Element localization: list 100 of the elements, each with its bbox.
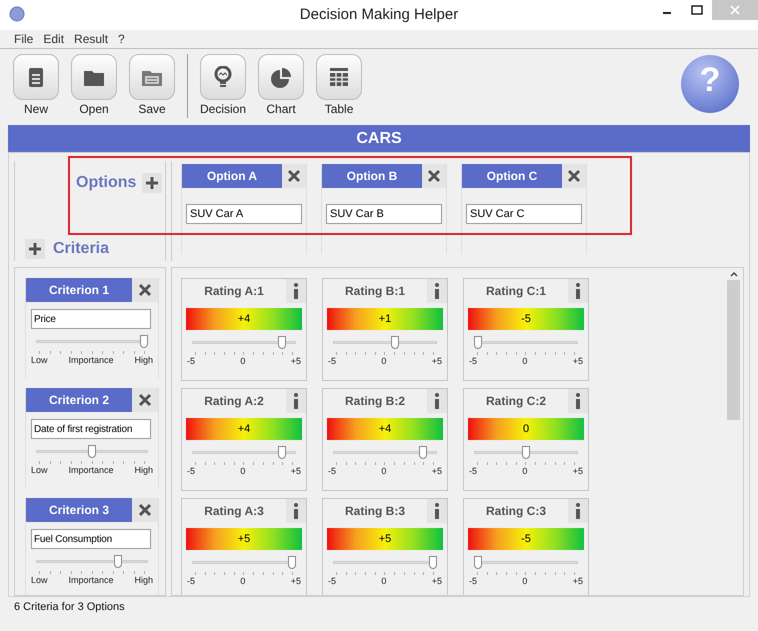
app-icon [9, 6, 25, 22]
info-button[interactable] [286, 279, 306, 303]
slider-thumb[interactable] [474, 336, 482, 349]
slider-thumb[interactable] [88, 445, 96, 458]
rating-value: +4 [378, 422, 392, 437]
criterion-name-field[interactable]: Price [31, 309, 151, 329]
scale-label: -5 [328, 467, 336, 476]
maximize-icon [691, 5, 703, 15]
scale-label: -5 [328, 357, 336, 366]
info-button[interactable] [568, 279, 588, 303]
banner-title: CARS [356, 128, 402, 148]
scale-label: +5 [572, 577, 583, 586]
option-name-field[interactable]: SUV Car A [186, 204, 302, 224]
close-icon [730, 5, 740, 15]
menu-item[interactable]: Result [74, 30, 108, 48]
scale-label: 0 [522, 577, 528, 586]
remove-criterion-button[interactable] [132, 498, 158, 522]
remove-option-button[interactable] [282, 164, 306, 188]
criterion-title: Criterion 2 [26, 388, 132, 412]
scale-label: -5 [187, 357, 196, 366]
info-button[interactable] [427, 499, 447, 523]
criterion-name-field[interactable]: Fuel Consumption [31, 529, 151, 549]
rating-title: Rating C:2 [485, 393, 547, 410]
remove-criterion-button[interactable] [132, 388, 158, 412]
slider-thumb[interactable] [429, 556, 437, 569]
rating-title: Rating A:1 [203, 283, 265, 300]
scale-label: 0 [522, 357, 528, 366]
rating-value: -5 [521, 312, 531, 327]
options-label: Options [76, 173, 136, 193]
lightbulb-icon [212, 66, 234, 88]
info-icon [293, 393, 299, 409]
close-icon [287, 169, 301, 183]
info-button[interactable] [286, 499, 306, 523]
info-icon [293, 503, 299, 519]
slider-thumb[interactable] [390, 336, 399, 349]
menu-item[interactable]: File [14, 30, 34, 48]
scale-label: -5 [328, 577, 336, 586]
close-icon [138, 283, 152, 297]
scale-label: Low [31, 356, 48, 365]
scale-label: -5 [187, 577, 196, 586]
info-icon [293, 283, 299, 299]
rating-value: +5 [378, 532, 392, 547]
info-icon [575, 393, 581, 409]
info-icon [434, 393, 440, 409]
scale-label: Low [31, 576, 48, 585]
rating-value: +4 [238, 312, 250, 327]
criterion-title: Criterion 3 [26, 498, 132, 522]
scale-label: High [134, 466, 153, 475]
close-icon [138, 393, 152, 407]
close-icon [567, 169, 581, 183]
scale-label: +5 [432, 467, 442, 476]
slider-thumb[interactable] [474, 556, 482, 569]
scale-label: +5 [290, 357, 301, 366]
option-title: Option C [462, 164, 562, 188]
scale-label: 0 [381, 357, 386, 366]
info-button[interactable] [427, 279, 447, 303]
menu-item[interactable]: Edit [43, 30, 64, 48]
minimize-icon [663, 12, 671, 14]
slider-thumb[interactable] [419, 446, 428, 459]
scale-label: -5 [469, 357, 478, 366]
status-text: 6 Criteria for 3 Options [14, 600, 125, 615]
menu-item[interactable]: ? [118, 30, 125, 48]
add-option-button[interactable] [142, 173, 162, 193]
remove-criterion-button[interactable] [132, 278, 158, 302]
rating-value: 0 [522, 422, 530, 437]
criterion-name-field[interactable]: Date of first registration [31, 419, 151, 439]
scroll-up-icon[interactable] [728, 270, 738, 278]
scale-label: Importance [68, 356, 114, 365]
scale-label: High [134, 356, 153, 365]
info-icon [575, 283, 581, 299]
rating-title: Rating C:1 [485, 283, 547, 300]
option-name-field[interactable]: SUV Car C [466, 204, 582, 224]
slider-thumb[interactable] [114, 555, 122, 568]
option-name-field[interactable]: SUV Car B [326, 204, 442, 224]
slider-thumb[interactable] [140, 335, 148, 348]
close-icon [138, 503, 152, 517]
rating-title: Rating A:2 [203, 393, 265, 410]
remove-option-button[interactable] [422, 164, 446, 188]
slider-thumb[interactable] [278, 446, 286, 459]
rating-value: +5 [238, 532, 250, 547]
add-criterion-button[interactable] [25, 239, 45, 259]
scale-label: 0 [522, 467, 528, 476]
window-title: Decision Making Helper [300, 4, 458, 25]
scale-label: +5 [572, 357, 583, 366]
scale-label: +5 [432, 577, 442, 586]
slider-thumb[interactable] [278, 336, 286, 349]
rating-title: Rating C:3 [485, 503, 547, 520]
info-button[interactable] [568, 389, 588, 413]
info-button[interactable] [568, 499, 588, 523]
scale-label: Low [31, 466, 48, 475]
rating-title: Rating B:2 [344, 393, 406, 410]
scale-label: +5 [290, 577, 301, 586]
pie-chart-icon [270, 66, 292, 88]
info-button[interactable] [427, 389, 447, 413]
remove-option-button[interactable] [562, 164, 586, 188]
info-button[interactable] [286, 389, 306, 413]
criteria-label: Criteria [53, 239, 110, 259]
slider-thumb[interactable] [288, 556, 296, 569]
slider-thumb[interactable] [522, 446, 530, 459]
rating-value: +4 [238, 422, 250, 437]
